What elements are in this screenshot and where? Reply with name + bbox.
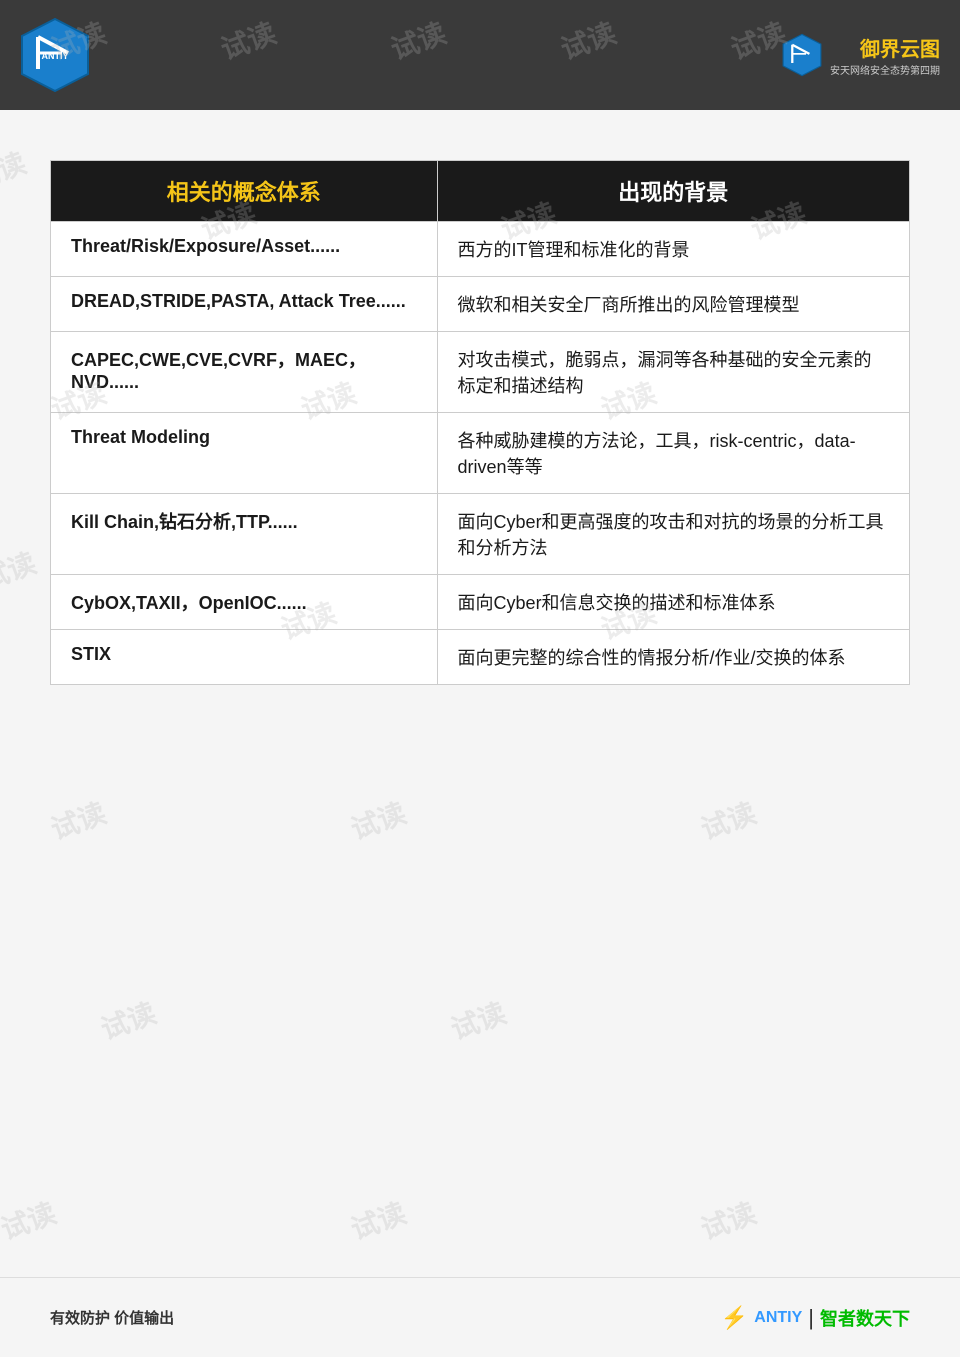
page-header: ANTIY 御界云图 安天网络安全态势第四期 (0, 0, 960, 110)
table-row: Threat Modeling各种威胁建模的方法论，工具，risk-centri… (51, 413, 910, 494)
footer-zh-text: 智者数天下 (820, 1305, 910, 1331)
table-cell-left: DREAD,STRIDE,PASTA, Attack Tree...... (51, 277, 438, 332)
table-cell-left: Threat/Risk/Exposure/Asset...... (51, 222, 438, 277)
table-row: CAPEC,CWE,CVE,CVRF，MAEC，NVD......对攻击模式，脆… (51, 332, 910, 413)
table-cell-right: 面向Cyber和更高强度的攻击和对抗的场景的分析工具和分析方法 (437, 494, 909, 575)
table-cell-right: 面向更完整的综合性的情报分析/作业/交换的体系 (437, 630, 909, 685)
table-row: Threat/Risk/Exposure/Asset......西方的IT管理和… (51, 222, 910, 277)
table-row: Kill Chain,钻石分析,TTP......面向Cyber和更高强度的攻击… (51, 494, 910, 575)
footer-antiy-text: ANTIY (754, 1309, 802, 1327)
table-row: STIX面向更完整的综合性的情报分析/作业/交换的体系 (51, 630, 910, 685)
table-cell-left: CybOX,TAXII，OpenIOC...... (51, 575, 438, 630)
table-row: CybOX,TAXII，OpenIOC......面向Cyber和信息交换的描述… (51, 575, 910, 630)
main-content: 相关的概念体系 出现的背景 Threat/Risk/Exposure/Asset… (0, 110, 960, 1277)
table-cell-right: 微软和相关安全厂商所推出的风险管理模型 (437, 277, 909, 332)
col-right-header: 出现的背景 (437, 161, 909, 222)
table-cell-right: 西方的IT管理和标准化的背景 (437, 222, 909, 277)
antiy-logo: ANTIY (20, 17, 90, 93)
footer-tagline: 有效防护 价值输出 (50, 1307, 174, 1328)
concept-table: 相关的概念体系 出现的背景 Threat/Risk/Exposure/Asset… (50, 160, 910, 685)
lightning-icon: ⚡ (721, 1305, 748, 1331)
page-footer: 有效防护 价值输出 ⚡ ANTIY | 智者数天下 (0, 1277, 960, 1357)
header-brand-name: 御界云图 (830, 33, 940, 62)
table-cell-right: 各种威胁建模的方法论，工具，risk-centric，data-driven等等 (437, 413, 909, 494)
footer-separator: | (808, 1305, 814, 1331)
table-body: Threat/Risk/Exposure/Asset......西方的IT管理和… (51, 222, 910, 685)
footer-logo: ⚡ ANTIY | 智者数天下 (721, 1305, 910, 1331)
table-cell-left: STIX (51, 630, 438, 685)
table-row: DREAD,STRIDE,PASTA, Attack Tree......微软和… (51, 277, 910, 332)
table-header-row: 相关的概念体系 出现的背景 (51, 161, 910, 222)
header-brand-subtitle: 安天网络安全态势第四期 (830, 62, 940, 77)
col-left-header: 相关的概念体系 (51, 161, 438, 222)
table-cell-left: CAPEC,CWE,CVE,CVRF，MAEC，NVD...... (51, 332, 438, 413)
table-cell-left: Threat Modeling (51, 413, 438, 494)
header-right-logo: 御界云图 安天网络安全态势第四期 (782, 33, 940, 77)
table-cell-right: 面向Cyber和信息交换的描述和标准体系 (437, 575, 909, 630)
table-cell-right: 对攻击模式，脆弱点，漏洞等各种基础的安全元素的标定和描述结构 (437, 332, 909, 413)
table-cell-left: Kill Chain,钻石分析,TTP...... (51, 494, 438, 575)
